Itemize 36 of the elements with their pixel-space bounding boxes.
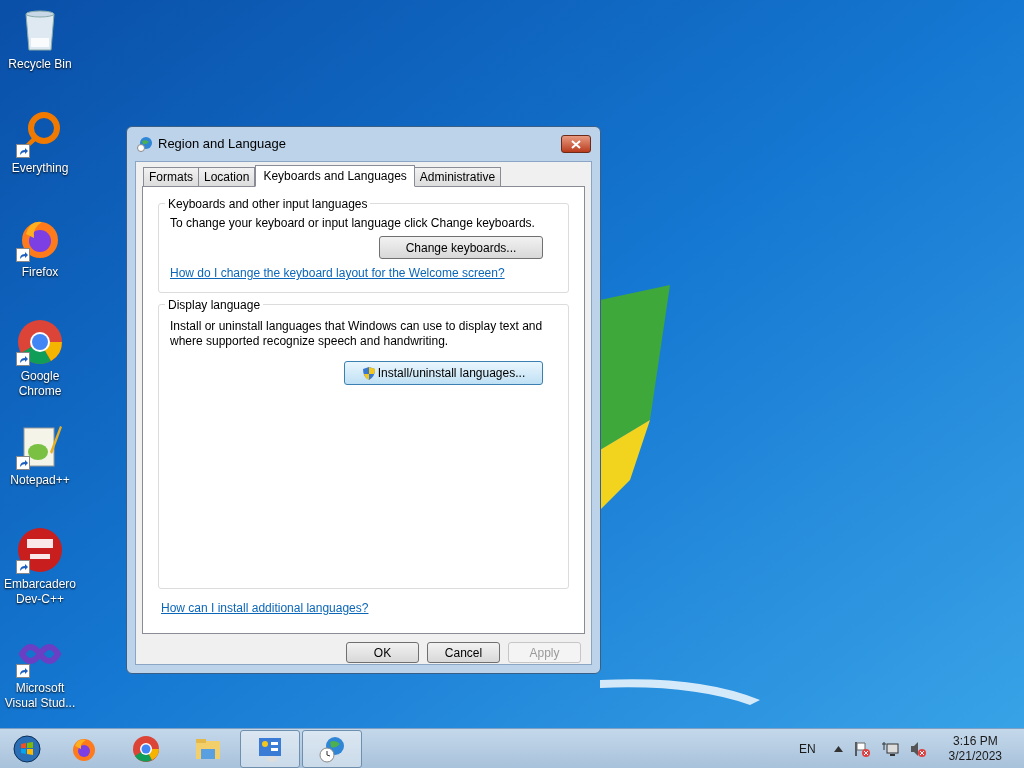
clock-time[interactable]: 3:16 PM: [952, 733, 998, 749]
dialog-button[interactable]: Cancel: [427, 642, 500, 663]
change-keyboards-button[interactable]: Change keyboards...: [379, 236, 543, 259]
start-orb-icon: [13, 734, 41, 763]
taskbar-button[interactable]: [302, 729, 362, 768]
language-indicator[interactable]: EN: [798, 739, 816, 758]
shield-icon: [361, 365, 376, 381]
desktop-icon-label[interactable]: Google Chrome: [1, 369, 79, 399]
desktop-icon-label[interactable]: Everything: [1, 161, 79, 176]
tab[interactable]: Location: [198, 167, 256, 186]
taskbar-button[interactable]: [240, 729, 300, 768]
desktop-icon-label[interactable]: Embarcadero Dev-C++: [1, 577, 79, 607]
desktop-icon-label[interactable]: Microsoft Visual Stud...: [1, 681, 79, 711]
description-text: Install or uninstall languages that Windows can use to display text and where supported recognize speech and handwriting.: [170, 319, 544, 349]
dialog-button[interactable]: OK: [346, 642, 419, 663]
chrome-icon[interactable]: [16, 318, 64, 366]
tab[interactable]: Formats: [143, 167, 199, 186]
chrome-icon: [132, 734, 160, 763]
desktop-icon-label[interactable]: Recycle Bin: [1, 57, 79, 72]
globe-icon: [137, 136, 153, 152]
clock-date[interactable]: 3/21/2023: [948, 748, 1002, 764]
install-languages-button[interactable]: Install/uninstall languages...: [344, 361, 543, 385]
description-text: To change your keyboard or input language click Change keyboards.: [170, 216, 536, 231]
window-title: Region and Language: [158, 135, 286, 154]
help-link[interactable]: How do I change the keyboard layout for the Welcome screen?: [170, 264, 557, 282]
flag-icon[interactable]: [852, 739, 871, 758]
tab[interactable]: Keyboards and Languages: [255, 165, 415, 187]
close-button[interactable]: [561, 135, 591, 153]
help-link[interactable]: How can I install additional languages?: [161, 599, 569, 617]
network-icon[interactable]: [880, 739, 899, 758]
tab[interactable]: Administrative: [413, 167, 502, 186]
show-hidden-icons-icon[interactable]: [833, 745, 843, 752]
desktop-icon-label[interactable]: Notepad++: [1, 473, 79, 488]
close-icon: [571, 139, 581, 149]
globe-clock-icon: [318, 734, 346, 763]
desktop-icon-label[interactable]: Firefox: [1, 265, 79, 280]
